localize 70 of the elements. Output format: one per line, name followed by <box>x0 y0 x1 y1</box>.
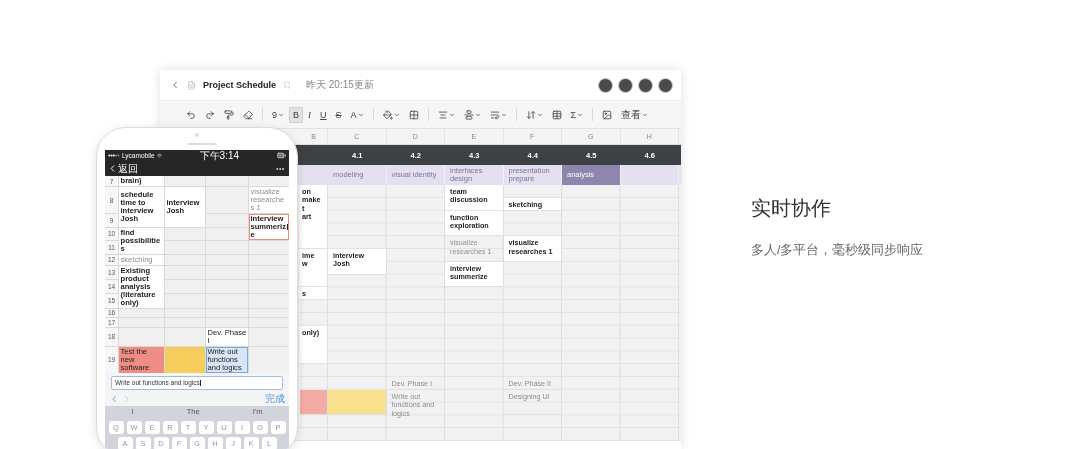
avatar[interactable] <box>658 77 673 93</box>
table-cell[interactable] <box>165 308 205 318</box>
sum-button[interactable]: Σ <box>566 106 588 123</box>
table-cell[interactable] <box>119 327 164 346</box>
table-icon <box>551 109 562 120</box>
bookmark-icon[interactable] <box>283 81 292 89</box>
italic-button[interactable]: I <box>304 106 316 123</box>
undo-icon <box>186 109 196 120</box>
wrap-text-icon <box>489 109 500 120</box>
table-cell[interactable] <box>119 308 164 318</box>
table-cell[interactable] <box>165 176 205 186</box>
table-cell[interactable] <box>249 294 289 308</box>
underline-button[interactable]: U <box>316 106 331 123</box>
align-center-icon <box>437 109 448 120</box>
document-icon <box>187 80 196 90</box>
table-cell[interactable] <box>249 308 289 318</box>
avatar[interactable] <box>598 77 613 93</box>
table-cell[interactable] <box>165 227 205 240</box>
table-cell[interactable] <box>206 187 248 213</box>
table-cell[interactable] <box>249 241 289 254</box>
table-cell[interactable] <box>165 241 205 254</box>
avatar[interactable] <box>638 77 653 93</box>
document-title: Project Schedule <box>203 80 277 90</box>
battery-icon <box>277 151 286 160</box>
table-cell[interactable] <box>206 176 248 186</box>
sort-icon <box>525 109 536 120</box>
table-cell[interactable] <box>249 346 289 373</box>
paint-bucket-icon <box>382 109 393 120</box>
grid-icon <box>408 109 419 120</box>
done-button[interactable]: 完成 <box>265 391 285 406</box>
view-menu-button[interactable]: 查看 <box>617 106 653 123</box>
table-cell[interactable] <box>249 176 289 186</box>
table-cell[interactable] <box>165 318 205 327</box>
table-cell[interactable] <box>165 265 205 279</box>
back-link[interactable]: 返回 <box>107 161 138 176</box>
table-cell[interactable] <box>249 254 289 265</box>
image-icon <box>602 109 613 120</box>
back-icon[interactable] <box>170 80 180 90</box>
table-cell[interactable] <box>249 318 289 327</box>
signal-icon <box>108 154 120 157</box>
redo-icon <box>205 109 215 120</box>
eraser-icon <box>243 109 253 120</box>
table-cell[interactable] <box>206 241 248 254</box>
camera-icon <box>195 133 199 137</box>
previous-icon[interactable] <box>109 393 119 404</box>
paint-roller-icon <box>224 109 234 120</box>
table-cell[interactable] <box>249 279 289 294</box>
text-color-button[interactable]: A <box>346 106 368 123</box>
table-cell[interactable] <box>165 327 205 346</box>
table-cell[interactable] <box>165 279 205 294</box>
table-cell[interactable] <box>165 254 205 265</box>
avatar[interactable] <box>618 77 633 93</box>
table-cell[interactable] <box>249 265 289 279</box>
strikethrough-button[interactable]: S <box>331 106 346 123</box>
table-cell[interactable] <box>206 318 248 327</box>
updated-time: 昨天 20:15更新 <box>306 78 374 92</box>
feature-subtitle: 多人/多平台，毫秒级同步响应 <box>751 242 924 259</box>
font-size-button[interactable]: 9 <box>268 106 288 123</box>
table-cell[interactable] <box>249 327 289 346</box>
table-cell[interactable] <box>119 318 164 327</box>
status-time: 下午3:14 <box>199 150 240 161</box>
wifi-icon <box>156 153 162 158</box>
next-icon[interactable] <box>122 393 132 404</box>
colored-cell[interactable] <box>165 346 205 373</box>
vertical-align-icon <box>463 109 474 120</box>
feature-title: 实时协作 <box>751 196 832 221</box>
table-cell[interactable] <box>206 227 248 240</box>
bold-button[interactable]: B <box>289 106 304 123</box>
table-cell[interactable] <box>165 294 205 308</box>
table-cell[interactable] <box>206 214 248 227</box>
